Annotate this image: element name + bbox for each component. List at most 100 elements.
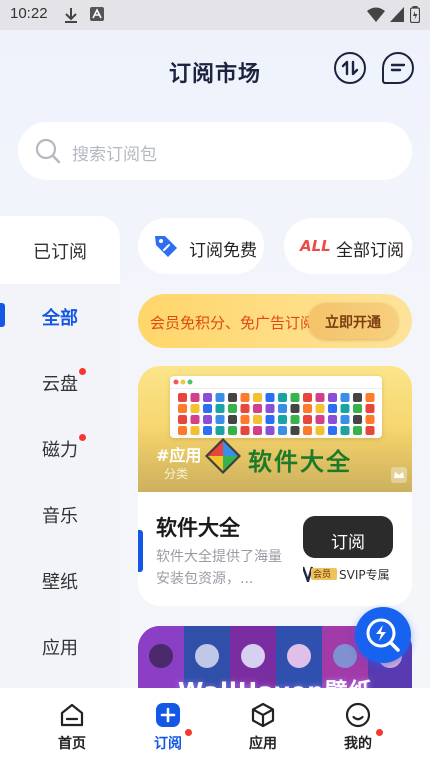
cover-category-sub: 分类 — [164, 467, 189, 481]
nav-home-label: 首页 — [58, 736, 86, 752]
free-subscribe-label: 订阅免费 — [189, 241, 257, 261]
cube-icon — [251, 702, 275, 728]
app-thumbnail — [290, 415, 300, 424]
app-thumbnail — [278, 393, 287, 402]
app-thumbnail — [178, 415, 187, 424]
tag-icon — [155, 236, 177, 257]
app-thumbnail — [253, 415, 262, 424]
app-thumbnail — [265, 404, 275, 413]
message-button[interactable] — [382, 52, 414, 84]
vip-banner-text: 会员免积分、免广告订阅 — [150, 314, 310, 332]
app-thumbnail — [365, 415, 375, 424]
app-thumbnail — [340, 393, 350, 402]
app-thumbnail — [278, 415, 287, 424]
sidebar-item-wallpaper[interactable]: 壁纸 — [0, 568, 120, 594]
swap-sort-icon — [341, 60, 359, 76]
notification-dot — [79, 368, 86, 375]
app-thumbnail — [190, 393, 200, 402]
search-placeholder: 搜索订阅包 — [72, 145, 157, 165]
sidebar-item-all[interactable]: 全部 — [0, 304, 120, 330]
all-subscribe-label: 全部订阅 — [336, 241, 404, 261]
app-thumbnail — [240, 404, 250, 413]
app-thumbnail — [353, 415, 362, 424]
app-thumbnail — [178, 404, 187, 413]
lightning-search-icon — [366, 618, 400, 652]
app-thumbnail — [315, 415, 325, 424]
notification-dot — [376, 729, 383, 736]
battery-icon — [410, 6, 420, 23]
quick-search-button[interactable] — [355, 607, 411, 663]
category-sidebar — [0, 284, 120, 694]
cover-category-tag: #应用 — [156, 446, 202, 465]
app-thumbnail — [228, 404, 237, 413]
app-thumbnail — [215, 393, 225, 402]
app-thumbnail — [228, 393, 237, 402]
app-thumbnail — [290, 404, 300, 413]
app-thumbnail — [203, 393, 212, 402]
cover-title: 软件大全 — [248, 448, 352, 476]
activate-now-label: 立即开通 — [325, 315, 381, 331]
notification-dot — [185, 729, 192, 736]
signal-icon — [390, 7, 404, 22]
nav-apps-label: 应用 — [249, 736, 277, 752]
software-logo-icon — [205, 438, 241, 474]
app-thumbnail — [215, 415, 225, 424]
app-thumbnail — [290, 393, 300, 402]
app-thumbnail — [253, 393, 262, 402]
app-thumbnail — [353, 404, 362, 413]
app-thumbnail — [303, 415, 312, 424]
app-thumbnail — [240, 415, 250, 424]
app-thumbnail — [240, 393, 250, 402]
all-badge: ALL — [300, 237, 331, 255]
nav-profile-label: 我的 — [344, 736, 372, 752]
status-time: 10:22 — [10, 5, 48, 22]
app-thumbnail — [303, 393, 312, 402]
app-thumbnail — [178, 393, 187, 402]
app-thumbnail — [340, 404, 350, 413]
app-thumbnail — [253, 404, 262, 413]
app-thumbnail — [328, 393, 337, 402]
app-thumbnail — [365, 404, 375, 413]
sidebar-item-cloud[interactable]: 云盘 — [0, 370, 120, 396]
subscribe-button-label: 订阅 — [331, 533, 365, 553]
app-thumbnail — [353, 393, 362, 402]
wifi-icon — [367, 7, 385, 22]
subscribed-label: 已订阅 — [33, 242, 87, 263]
profile-icon — [345, 702, 371, 728]
app-thumbnail — [265, 415, 275, 424]
sidebar-item-music[interactable]: 音乐 — [0, 502, 120, 528]
page-title: 订阅市场 — [168, 62, 261, 87]
sort-button[interactable] — [334, 52, 366, 84]
app-thumbnail — [278, 404, 287, 413]
download-icon — [65, 8, 77, 23]
app-notification-icon — [90, 7, 104, 21]
sidebar-item-magnet[interactable]: 磁力 — [0, 436, 120, 462]
app-thumbnail — [365, 393, 375, 402]
app-thumbnail — [215, 404, 225, 413]
vip-badge-text: 会员 — [313, 570, 332, 580]
app-thumbnail — [228, 415, 237, 424]
svip-label: SVIP专属 — [339, 568, 390, 582]
app-thumbnail — [265, 393, 275, 402]
sidebar-item-apps[interactable]: 应用 — [0, 634, 120, 660]
app-thumbnail — [203, 415, 212, 424]
app-thumbnail — [303, 404, 312, 413]
card-description: 软件大全提供了海量安装包资源，... — [156, 549, 282, 587]
app-thumbnail — [190, 415, 200, 424]
app-thumbnail — [328, 415, 337, 424]
app-thumbnail — [328, 404, 337, 413]
home-icon — [60, 703, 84, 727]
subscribe-icon — [156, 703, 180, 727]
app-thumbnail — [315, 404, 325, 413]
card-accent-bar — [138, 530, 143, 572]
chat-icon — [390, 63, 406, 72]
crown-icon — [391, 467, 407, 483]
app-thumbnail — [315, 393, 325, 402]
app-thumbnail — [340, 415, 350, 424]
notification-dot — [79, 434, 86, 441]
nav-subscribe-label: 订阅 — [154, 736, 182, 752]
app-thumbnail — [190, 404, 200, 413]
search-icon — [35, 138, 61, 164]
app-thumbnail — [203, 404, 212, 413]
card-title: 软件大全 — [156, 516, 240, 540]
